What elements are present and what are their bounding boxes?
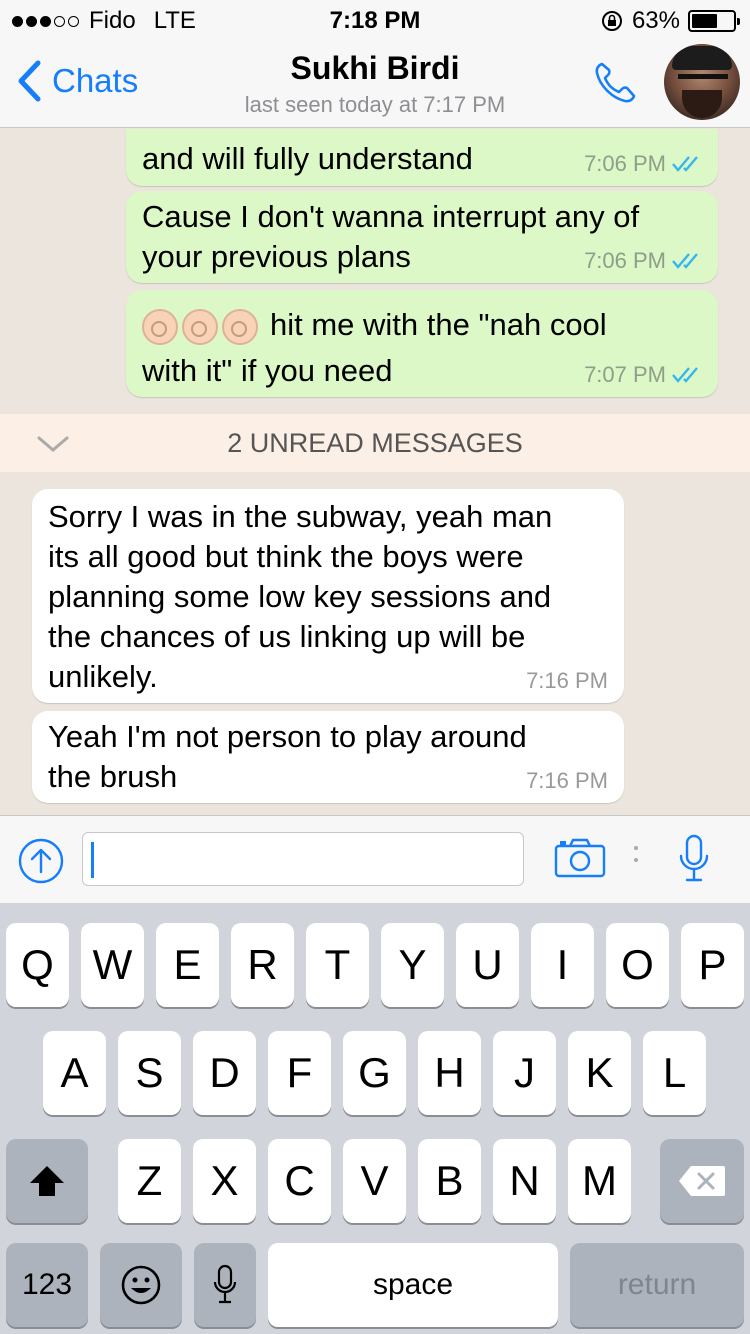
key-i[interactable]: I xyxy=(531,923,594,1007)
battery-percent: 63% xyxy=(631,7,680,34)
key-x[interactable]: X xyxy=(193,1139,256,1223)
key-b[interactable]: B xyxy=(418,1139,481,1223)
camera-icon xyxy=(554,838,606,878)
voice-message-button[interactable] xyxy=(678,834,710,889)
space-key[interactable]: space xyxy=(268,1243,558,1327)
message-time: 7:06 PM xyxy=(584,151,666,176)
microphone-icon xyxy=(679,834,709,882)
double-check-icon xyxy=(672,253,698,269)
message-text: Yeah I'm not person to play around the b… xyxy=(48,719,527,794)
double-check-icon xyxy=(672,367,698,383)
ok-hand-icon xyxy=(182,308,218,345)
unread-messages-banner: 2 UNREAD MESSAGES xyxy=(0,413,750,473)
message-bubble-outgoing[interactable]: Cause I don't wanna interrupt any of you… xyxy=(126,191,718,283)
key-o[interactable]: O xyxy=(606,923,669,1007)
unread-count-label: 2 UNREAD MESSAGES xyxy=(227,428,523,458)
numbers-key[interactable]: 123 xyxy=(6,1243,88,1327)
contact-avatar[interactable] xyxy=(664,44,740,120)
key-s[interactable]: S xyxy=(118,1031,181,1115)
key-h[interactable]: H xyxy=(418,1031,481,1115)
key-z[interactable]: Z xyxy=(118,1139,181,1223)
ok-hand-icon xyxy=(222,308,258,345)
shift-arrow-icon xyxy=(30,1166,64,1196)
smiley-face-icon xyxy=(121,1265,161,1305)
key-m[interactable]: M xyxy=(568,1139,631,1223)
key-j[interactable]: J xyxy=(493,1031,556,1115)
key-k[interactable]: K xyxy=(568,1031,631,1115)
key-y[interactable]: Y xyxy=(381,923,444,1007)
message-time: 7:06 PM xyxy=(584,248,666,273)
chat-header: Chats Sukhi Birdi last seen today at 7:1… xyxy=(0,40,750,128)
battery-info: 63% xyxy=(600,7,740,35)
message-bubble-incoming[interactable]: Sorry I was in the subway, yeah man its … xyxy=(32,489,624,703)
key-d[interactable]: D xyxy=(193,1031,256,1115)
camera-button[interactable] xyxy=(554,838,606,883)
backspace-key[interactable] xyxy=(660,1139,744,1223)
key-a[interactable]: A xyxy=(43,1031,106,1115)
message-meta: 7:16 PM xyxy=(526,769,608,793)
ok-hand-emoji-group xyxy=(142,308,258,345)
message-meta: 7:06 PM xyxy=(584,249,702,273)
call-button[interactable] xyxy=(592,58,640,111)
message-bubble-outgoing[interactable]: and will fully understand 7:06 PM xyxy=(126,129,718,186)
key-u[interactable]: U xyxy=(456,923,519,1007)
shift-key[interactable] xyxy=(6,1139,88,1223)
message-text: Sorry I was in the subway, yeah man its … xyxy=(48,499,553,694)
key-q[interactable]: Q xyxy=(6,923,69,1007)
key-e[interactable]: E xyxy=(156,923,219,1007)
dictation-key[interactable] xyxy=(194,1243,256,1327)
key-r[interactable]: R xyxy=(231,923,294,1007)
status-bar: Fido LTE 7:18 PM 63% xyxy=(0,0,750,40)
key-v[interactable]: V xyxy=(343,1139,406,1223)
key-c[interactable]: C xyxy=(268,1139,331,1223)
message-meta: 7:16 PM xyxy=(526,669,608,693)
more-options-icon xyxy=(634,846,638,862)
microphone-icon xyxy=(213,1264,237,1304)
message-time: 7:16 PM xyxy=(526,768,608,793)
key-w[interactable]: W xyxy=(81,923,144,1007)
rotation-lock-icon xyxy=(601,11,622,31)
message-time: 7:07 PM xyxy=(584,362,666,387)
key-p[interactable]: P xyxy=(681,923,744,1007)
key-g[interactable]: G xyxy=(343,1031,406,1115)
message-input[interactable] xyxy=(82,832,524,886)
message-bubble-outgoing[interactable]: hit me with the "nah cool with it" if yo… xyxy=(126,290,718,397)
message-meta: 7:07 PM xyxy=(584,363,702,387)
text-cursor xyxy=(91,842,94,878)
upload-arrow-icon xyxy=(18,838,64,884)
key-t[interactable]: T xyxy=(306,923,369,1007)
key-l[interactable]: L xyxy=(643,1031,706,1115)
message-meta: 7:06 PM xyxy=(584,152,702,176)
double-check-icon xyxy=(672,156,698,172)
delete-backward-icon xyxy=(679,1166,725,1196)
message-bubble-incoming[interactable]: Yeah I'm not person to play around the b… xyxy=(32,711,624,803)
ok-hand-icon xyxy=(142,308,178,345)
return-key[interactable]: return xyxy=(570,1243,744,1327)
phone-icon xyxy=(595,62,636,103)
attach-button[interactable] xyxy=(18,838,64,889)
key-n[interactable]: N xyxy=(493,1139,556,1223)
battery-icon xyxy=(688,10,740,32)
message-composer xyxy=(0,815,750,903)
keyboard: 123 space return QWERTYUIOP ASDFGHJKL ZXCV… xyxy=(0,903,750,1334)
emoji-key[interactable] xyxy=(100,1243,182,1327)
key-f[interactable]: F xyxy=(268,1031,331,1115)
message-time: 7:16 PM xyxy=(526,668,608,693)
message-list[interactable]: and will fully understand 7:06 PM Cause … xyxy=(0,129,750,815)
